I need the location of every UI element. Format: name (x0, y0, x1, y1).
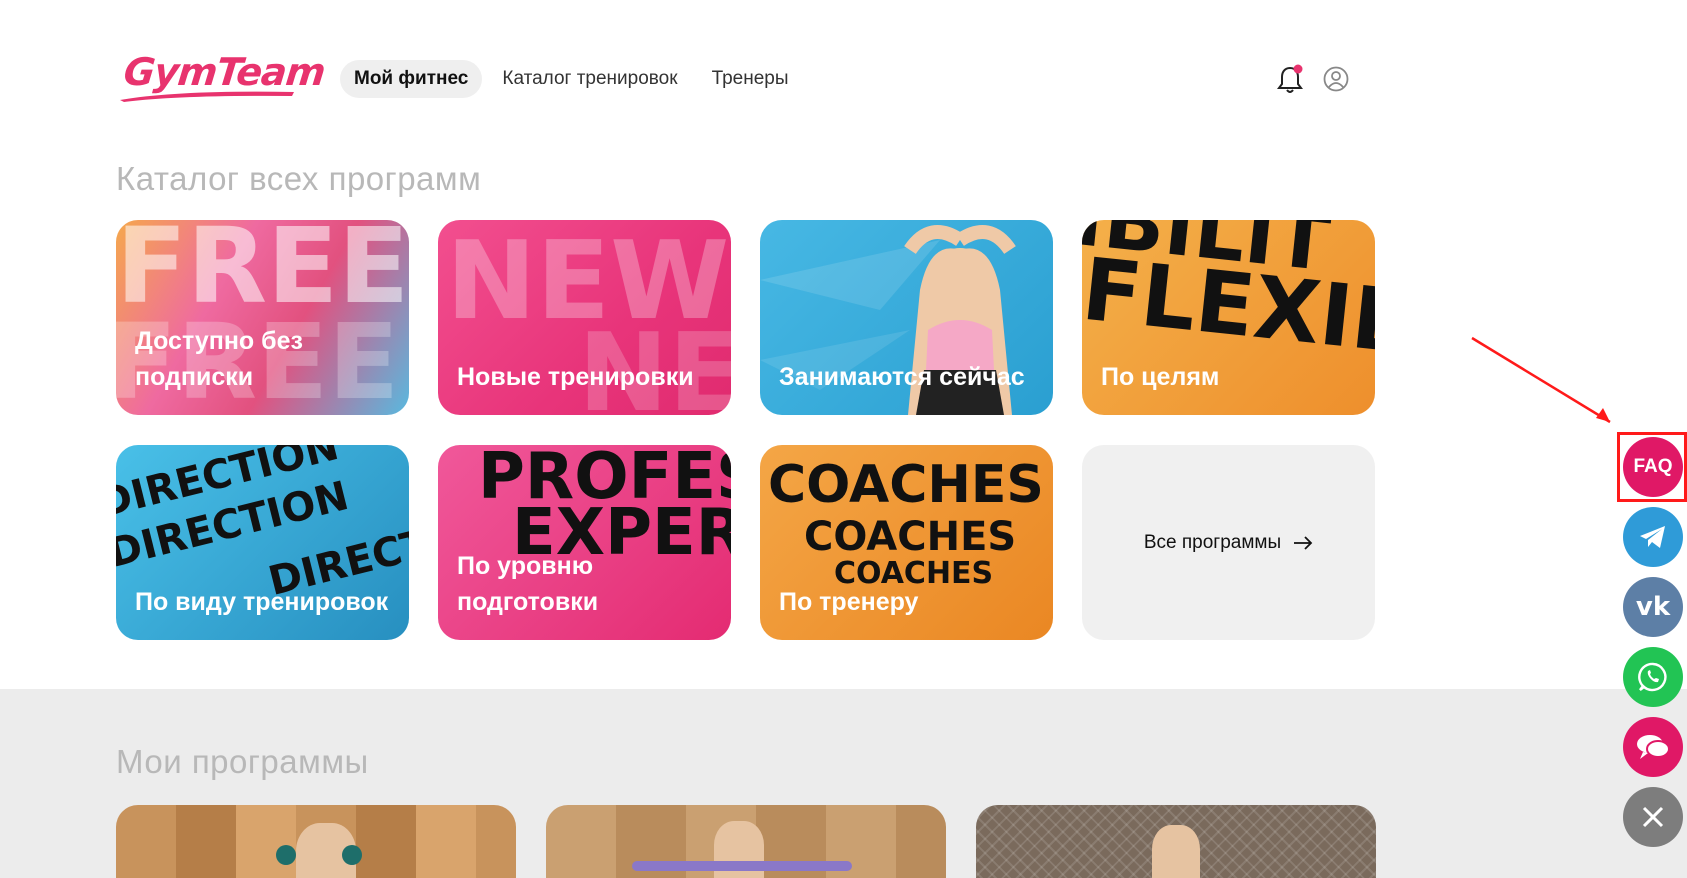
tile-all-programs[interactable]: Все программы (1082, 445, 1375, 640)
tile-bg-text: COACHES (768, 455, 1044, 515)
user-icon[interactable] (1323, 66, 1349, 92)
close-icon (1642, 806, 1664, 828)
chat-icon (1637, 735, 1670, 759)
logo[interactable]: GymTeam (118, 48, 327, 104)
arrow-right-icon (1294, 535, 1313, 550)
tile-label: По уровню подготовки (457, 552, 599, 616)
tile-label: Занимаются сейчас (779, 363, 1025, 391)
tile-goal[interactable]: IBILIT FLEXIB По целям (1082, 220, 1375, 415)
tile-coach[interactable]: COACHES COACHES COACHES По тренеру (760, 445, 1053, 640)
dumbbell-image (342, 845, 362, 865)
tile-free[interactable]: FREE FREE Доступно без подписки (116, 220, 409, 415)
tile-label: Доступно без подписки (135, 327, 303, 391)
tile-label: По целям (1101, 363, 1220, 391)
tile-label: По виду тренировок (135, 588, 389, 616)
program-card[interactable] (546, 805, 946, 878)
annotation-arrow (1471, 336, 1611, 424)
telegram-button[interactable] (1623, 507, 1683, 567)
whatsapp-button[interactable] (1623, 647, 1683, 707)
bell-icon[interactable] (1276, 64, 1304, 94)
tile-label: По тренеру (779, 588, 919, 616)
tile-level[interactable]: PROFES EXPER По уровню подготовки (438, 445, 731, 640)
telegram-icon (1640, 526, 1665, 548)
tile-new[interactable]: NEW NEW Новые тренировки (438, 220, 731, 415)
dumbbell-image (276, 845, 296, 865)
nav-catalog[interactable]: Каталог тренировок (488, 60, 691, 98)
tile-direction[interactable]: DIRECTION DIRECTION DIRECTION По виду тр… (116, 445, 409, 640)
program-card[interactable] (976, 805, 1376, 878)
program-card[interactable] (116, 805, 516, 878)
header: GymTeam Мой фитнес Каталог тренировок Тр… (0, 0, 1687, 160)
annotation-highlight-box (1617, 432, 1687, 502)
program-person-image (1152, 825, 1200, 878)
close-button[interactable] (1623, 787, 1683, 847)
whatsapp-icon (1638, 662, 1667, 692)
tile-now[interactable]: Занимаются сейчас (760, 220, 1053, 415)
my-programs-title: Мои программы (116, 743, 369, 780)
all-programs-label: Все программы (1143, 531, 1282, 553)
vk-button[interactable]: vk (1623, 577, 1683, 637)
main-nav: Мой фитнес Каталог тренировок Тренеры (340, 60, 809, 98)
logo-swoosh (120, 91, 294, 102)
catalog-title: Каталог всех программ (116, 160, 482, 197)
program-person-arms (632, 861, 852, 871)
nav-my-fitness[interactable]: Мой фитнес (340, 60, 483, 98)
chat-button[interactable] (1623, 717, 1683, 777)
tile-bg-text: COACHES (804, 514, 1017, 560)
nav-trainers[interactable]: Тренеры (698, 60, 803, 98)
tile-bg-text: FLEXIB (1082, 239, 1375, 375)
tile-label: Новые тренировки (457, 363, 694, 391)
vk-icon: vk (1635, 592, 1671, 622)
